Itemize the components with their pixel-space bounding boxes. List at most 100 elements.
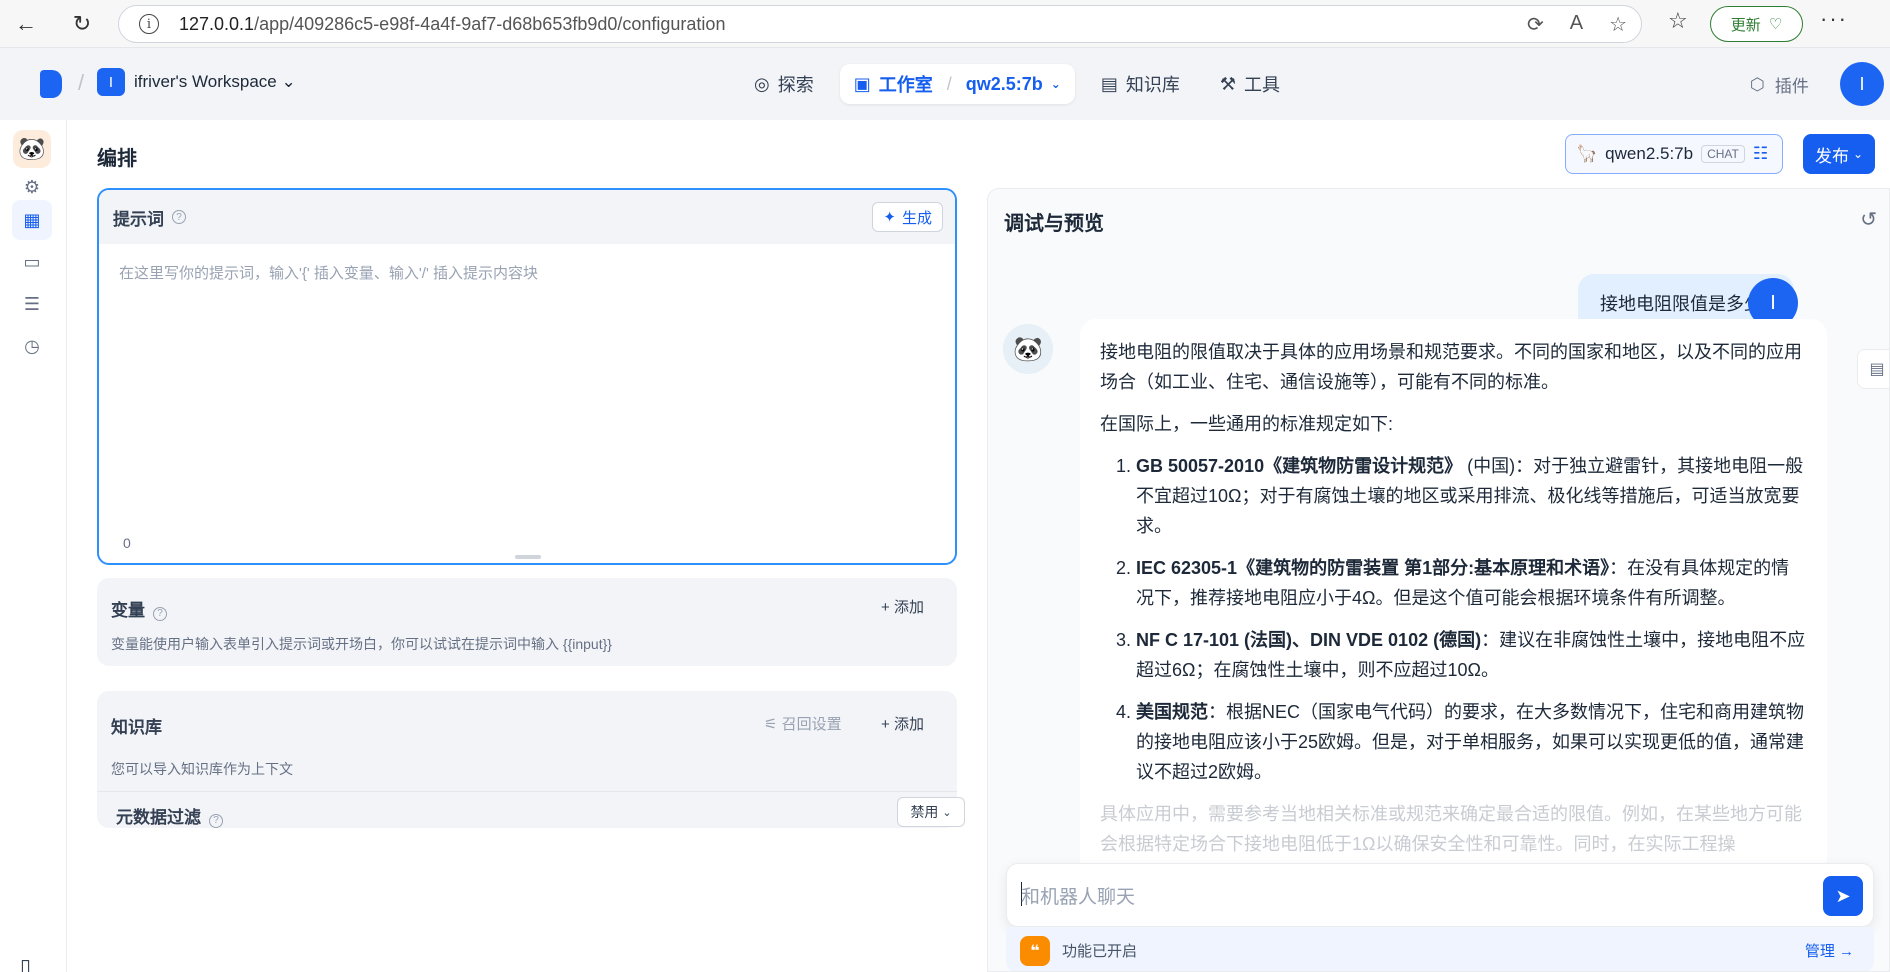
chat-input[interactable]: 和机器人聊天 ➤: [1006, 863, 1874, 927]
list-item: IEC 62305-1《建筑物的防雷装置 第1部分:基本原理和术语》：在没有具体…: [1136, 553, 1807, 613]
knowledge-section: 知识库 ⚟ 召回设置 + 添加 您可以导入知识库作为上下文 元数据过滤? 禁用 …: [97, 691, 965, 828]
answer-lead: 在国际上，一些通用的标准规定如下:: [1100, 414, 1393, 434]
page-title: 编排: [97, 148, 137, 170]
main-nav: ◎ 探索 ▣ 工作室 / qw2.5:7b ⌄ ▤ 知识库 ⚒ 工具: [740, 64, 1294, 104]
publish-button[interactable]: 发布 ⌄: [1803, 134, 1875, 174]
divider: [97, 791, 957, 792]
nav-knowledge-label: 知识库: [1125, 75, 1180, 95]
collapse-sidebar-icon[interactable]: ▯: [20, 954, 31, 972]
sidebar-orchestrate-icon[interactable]: ▦: [12, 200, 52, 240]
workspace-switcher[interactable]: ifriver's Workspace ⌄: [134, 72, 296, 92]
manage-link[interactable]: 管理 →: [1805, 940, 1854, 961]
update-label: 更新: [1730, 16, 1761, 34]
nav-studio[interactable]: ▣ 工作室 / qw2.5:7b ⌄: [839, 64, 1075, 104]
url-path: /app/409286c5-e98f-4a4f-9af7-d68b653fb9d…: [254, 13, 726, 34]
bot-message: 接地电阻的限值取决于具体的应用场景和规范要求。不同的国家和地区，以及不同的应用场…: [1080, 319, 1827, 879]
nav-separator: /: [946, 73, 952, 94]
user-avatar[interactable]: I: [1840, 62, 1884, 106]
send-icon: ➤: [1835, 885, 1851, 906]
quote-icon: ❝: [1020, 936, 1050, 966]
feature-bar: ❝ 功能已开启 管理 →: [1006, 927, 1874, 971]
answer-list: GB 50057-2010《建筑物防雷设计规范》 (中国)：对于独立避雷针，其接…: [1100, 451, 1807, 787]
nav-explore[interactable]: ◎ 探索: [740, 64, 828, 104]
chevron-down-icon: ⌄: [1050, 77, 1061, 91]
generate-prompt-button[interactable]: ✦ 生成: [872, 202, 943, 232]
address-bar[interactable]: i 127.0.0.1/app/409286c5-e98f-4a4f-9af7-…: [118, 5, 1642, 43]
resize-handle[interactable]: [515, 555, 541, 559]
feature-status: 功能已开启: [1062, 943, 1138, 960]
browser-update-button[interactable]: 更新 ♡: [1710, 6, 1803, 42]
knowledge-description: 您可以导入知识库作为上下文: [111, 761, 293, 777]
cube-icon: ⬡: [1750, 74, 1765, 94]
chevron-down-icon: ⌄: [1852, 147, 1864, 161]
settings-sliders-icon[interactable]: ⚙: [12, 172, 52, 202]
chevron-down-icon: ⌄: [942, 806, 952, 819]
nav-tools[interactable]: ⚒ 工具: [1206, 64, 1294, 104]
app-icon[interactable]: 🐼: [13, 130, 51, 168]
add-variable-label: 添加: [893, 599, 924, 616]
reload-icon[interactable]: ↻: [62, 4, 102, 44]
back-arrow-icon[interactable]: ←: [6, 4, 46, 44]
debug-title: 调试与预览: [1004, 213, 1104, 235]
hammer-icon: ⚒: [1219, 73, 1236, 94]
current-app-name[interactable]: qw2.5:7b: [966, 74, 1043, 95]
model-name: qwen2.5:7b: [1605, 144, 1694, 163]
favorites-icon[interactable]: ☆: [1668, 8, 1688, 34]
debug-preview-panel: 调试与预览 ↺ 接地电阻限值是多少? I 🐼 接地电阻的限值取决于具体的应用场景…: [987, 188, 1890, 972]
model-mode-badge: CHAT: [1701, 145, 1745, 163]
list-item: NF C 17-101 (法国)、DIN VDE 0102 (德国)：建议在非腐…: [1136, 625, 1807, 685]
main-content: 编排 🦙 qwen2.5:7b CHAT ☷ 发布 ⌄ 提示词 ? ✦ 生成 在…: [67, 120, 1890, 972]
metadata-filter-value: 禁用: [910, 804, 939, 820]
help-icon[interactable]: ?: [209, 813, 223, 828]
prompt-editor: 提示词 ? ✦ 生成 在这里写你的提示词，输入'{' 插入变量、输入'/' 插入…: [97, 188, 957, 565]
heart-icon: ♡: [1768, 16, 1783, 33]
copy-icon[interactable]: ▤: [1857, 349, 1889, 389]
site-info-icon[interactable]: i: [139, 14, 159, 34]
metadata-filter-select[interactable]: 禁用 ⌄: [897, 797, 965, 827]
plugins-button[interactable]: ⬡ 插件: [1750, 72, 1809, 97]
send-button[interactable]: ➤: [1823, 876, 1863, 916]
sidebar-logs-icon[interactable]: ☰: [12, 284, 52, 324]
left-sidebar: 🐼 ⚙ ▦ ▭ ☰ ◷ ▯: [0, 120, 67, 972]
browser-toolbar: ← ↻ i 127.0.0.1/app/409286c5-e98f-4a4f-9…: [0, 0, 1890, 48]
list-item: GB 50057-2010《建筑物防雷设计规范》 (中国)：对于独立避雷针，其接…: [1136, 451, 1807, 541]
add-knowledge-label: 添加: [893, 716, 924, 733]
generate-label: 生成: [901, 209, 932, 227]
workspace-avatar[interactable]: I: [97, 68, 125, 96]
nav-tools-label: 工具: [1244, 75, 1280, 95]
add-variable-button[interactable]: + 添加: [881, 596, 924, 617]
prompt-textarea[interactable]: 在这里写你的提示词，输入'{' 插入变量、输入'/' 插入提示内容块: [119, 262, 538, 283]
prompt-char-count: 0: [123, 535, 131, 551]
translate-icon[interactable]: ⟳: [1527, 12, 1544, 37]
sparkle-icon: ✦: [883, 209, 896, 226]
sidebar-monitor-icon[interactable]: ◷: [12, 326, 52, 366]
list-item: 美国规范：根据NEC（国家电气代码）的要求，在大多数情况下，住宅和商用建筑物的接…: [1136, 697, 1807, 787]
answer-intro: 接地电阻的限值取决于具体的应用场景和规范要求。不同的国家和地区，以及不同的应用场…: [1100, 342, 1802, 392]
metadata-filter-title: 元数据过滤?: [116, 803, 223, 828]
robot-icon: ▣: [853, 73, 871, 94]
recall-settings-button[interactable]: ⚟ 召回设置: [764, 713, 842, 734]
plugins-label: 插件: [1774, 77, 1809, 96]
knowledge-title: 知识库: [111, 718, 162, 737]
help-icon[interactable]: ?: [153, 606, 167, 621]
nav-knowledge[interactable]: ▤ 知识库: [1087, 64, 1194, 104]
prompt-title: 提示词: [113, 209, 164, 229]
compass-icon: ◎: [754, 73, 770, 94]
add-knowledge-button[interactable]: + 添加: [881, 713, 924, 734]
book-icon: ▤: [1100, 73, 1118, 94]
model-settings-icon: ☷: [1752, 144, 1769, 163]
prompt-header: 提示词 ? ✦ 生成: [99, 190, 955, 244]
model-selector[interactable]: 🦙 qwen2.5:7b CHAT ☷: [1565, 134, 1783, 174]
app-logo[interactable]: [40, 70, 62, 98]
url-host: 127.0.0.1: [179, 13, 255, 34]
read-aloud-icon[interactable]: A: [1570, 12, 1583, 37]
recall-settings-label: 召回设置: [781, 716, 842, 733]
restart-icon[interactable]: ↺: [1860, 207, 1877, 232]
help-icon[interactable]: ?: [172, 210, 186, 224]
breadcrumb-separator: /: [78, 70, 85, 95]
more-options-icon[interactable]: ···: [1820, 6, 1848, 32]
sidebar-api-icon[interactable]: ▭: [12, 242, 52, 282]
publish-label: 发布: [1814, 146, 1849, 166]
bot-avatar: 🐼: [1003, 324, 1053, 374]
favorite-star-icon[interactable]: ☆: [1609, 12, 1627, 37]
